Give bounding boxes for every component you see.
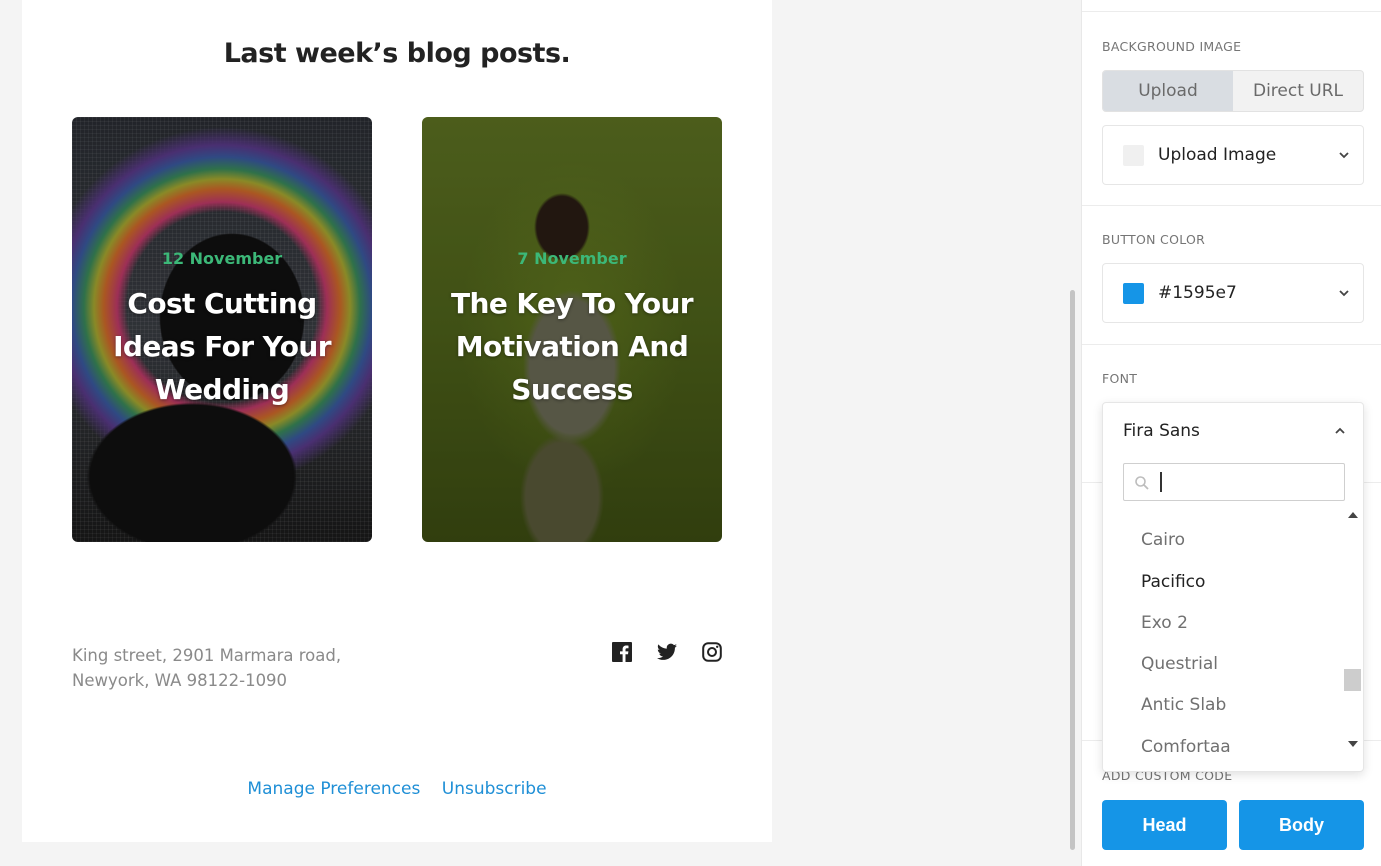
- background-source-toggle: Upload Direct URL: [1102, 70, 1364, 112]
- font-option[interactable]: Comfortaa: [1141, 737, 1231, 757]
- font-list-scrollbar-thumb[interactable]: [1344, 669, 1361, 691]
- address-line: Newyork, WA 98122-1090: [72, 671, 288, 690]
- post-title: The Key To Your Motivation And Success: [450, 287, 694, 406]
- manage-preferences-link[interactable]: Manage Preferences: [247, 779, 420, 799]
- post-date: 12 November: [161, 249, 283, 268]
- font-option[interactable]: Pacifico: [1141, 572, 1205, 592]
- font-list-scrollbar[interactable]: [1344, 507, 1362, 757]
- font-dropdown[interactable]: Fira Sans Cairo Pacifico Exo 2 Questrial…: [1102, 402, 1364, 772]
- email-canvas: Last week’s blog posts. 12 November Cost…: [22, 0, 772, 842]
- font-option[interactable]: Antic Slab: [1141, 695, 1226, 715]
- font-option[interactable]: Cairo: [1141, 530, 1185, 550]
- image-thumbnail: [1123, 144, 1144, 166]
- facebook-icon[interactable]: [611, 641, 633, 663]
- chevron-down-icon: [1339, 290, 1349, 297]
- background-image-label: BACKGROUND IMAGE: [1102, 39, 1242, 54]
- unsubscribe-link[interactable]: Unsubscribe: [442, 779, 547, 799]
- chevron-up-icon[interactable]: [1335, 426, 1345, 436]
- body-code-button[interactable]: Body: [1239, 800, 1364, 850]
- blog-post-card[interactable]: 7 November The Key To Your Motivation An…: [422, 117, 722, 542]
- settings-panel: BACKGROUND IMAGE Upload Direct URL Uploa…: [1081, 0, 1381, 866]
- button-color-picker[interactable]: #1595e7: [1102, 263, 1364, 323]
- blog-post-card[interactable]: 12 November Cost Cutting Ideas For Your …: [72, 117, 372, 542]
- canvas-scrollbar-thumb[interactable]: [1070, 290, 1075, 850]
- upload-image-label: Upload Image: [1158, 145, 1277, 165]
- footer-links: Manage Preferences Unsubscribe: [22, 779, 772, 799]
- color-swatch: [1123, 282, 1144, 304]
- font-selected-value: Fira Sans: [1123, 421, 1200, 441]
- head-code-button[interactable]: Head: [1102, 800, 1227, 850]
- font-search-input[interactable]: [1158, 470, 1338, 494]
- email-title: Last week’s blog posts.: [223, 38, 571, 69]
- button-color-label: BUTTON COLOR: [1102, 232, 1206, 247]
- text-caret: [1160, 472, 1162, 492]
- post-date: 7 November: [517, 249, 627, 268]
- font-options-list: Cairo Pacifico Exo 2 Questrial Antic Sla…: [1103, 511, 1343, 766]
- twitter-icon[interactable]: [656, 641, 678, 663]
- font-option[interactable]: Questrial: [1141, 654, 1218, 674]
- font-label: FONT: [1102, 371, 1138, 386]
- button-color-value: #1595e7: [1158, 283, 1237, 303]
- scroll-down-arrow-icon[interactable]: [1348, 741, 1358, 747]
- search-icon: [1135, 476, 1149, 490]
- instagram-icon[interactable]: [701, 641, 723, 663]
- font-option[interactable]: Exo 2: [1141, 613, 1188, 633]
- font-search-field[interactable]: [1123, 463, 1345, 501]
- tab-direct-url[interactable]: Direct URL: [1233, 71, 1363, 111]
- scroll-up-arrow-icon[interactable]: [1348, 512, 1358, 518]
- footer-address: King street, 2901 Marmara road, Newyork,…: [72, 643, 341, 693]
- tab-upload[interactable]: Upload: [1103, 71, 1233, 111]
- post-title: Cost Cutting Ideas For Your Wedding: [113, 287, 331, 406]
- chevron-down-icon: [1339, 152, 1349, 159]
- upload-image-dropdown[interactable]: Upload Image: [1102, 125, 1364, 185]
- address-line: King street, 2901 Marmara road,: [72, 646, 342, 665]
